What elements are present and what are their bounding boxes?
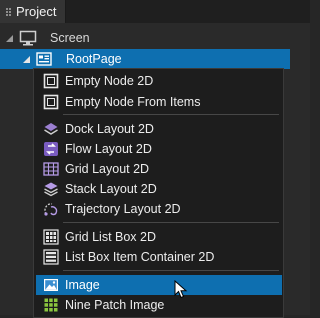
menu-item-label: Trajectory Layout 2D	[65, 202, 181, 216]
menu-item-list-box-item-container-2d[interactable]: List Box Item Container 2D	[36, 247, 282, 267]
menu-item-stack-layout-2d[interactable]: Stack Layout 2D	[36, 179, 282, 199]
tree-node-screen[interactable]: Screen	[0, 28, 310, 48]
menu-item-trajectory-layout-2d[interactable]: Trajectory Layout 2D	[36, 199, 282, 219]
image-icon	[43, 277, 59, 293]
tree-node-screen-label: Screen	[50, 31, 90, 45]
menu-separator	[63, 270, 279, 271]
context-menu: Empty Node 2D Empty Node From Items Dock…	[33, 68, 284, 318]
dock-layout-icon	[43, 121, 59, 137]
page-icon	[36, 52, 52, 69]
chevron-down-icon[interactable]	[3, 32, 15, 44]
menu-item-flow-layout-2d[interactable]: Flow Layout 2D	[36, 139, 282, 159]
menu-item-label: Stack Layout 2D	[65, 182, 157, 196]
menu-item-label: Grid List Box 2D	[65, 230, 157, 244]
tab-project[interactable]: Project	[0, 0, 66, 23]
list-box-item-container-icon	[43, 249, 59, 265]
flow-layout-icon	[43, 141, 59, 157]
monitor-icon	[19, 30, 37, 49]
menu-item-label: Nine Patch Image	[65, 298, 165, 312]
tree-node-rootpage[interactable]: RootPage	[0, 49, 290, 69]
menu-item-dock-layout-2d[interactable]: Dock Layout 2D	[36, 119, 282, 139]
drag-grip-icon[interactable]	[6, 7, 11, 16]
empty-node-icon	[43, 73, 59, 89]
menu-item-label: Empty Node 2D	[65, 74, 154, 88]
stack-layout-icon	[43, 181, 59, 197]
grid-layout-icon	[43, 161, 59, 177]
tab-bar: Project	[0, 0, 310, 23]
menu-item-grid-list-box-2d[interactable]: Grid List Box 2D	[36, 227, 282, 247]
tab-project-label: Project	[16, 4, 57, 19]
menu-item-label: List Box Item Container 2D	[65, 250, 215, 264]
menu-item-grid-layout-2d[interactable]: Grid Layout 2D	[36, 159, 282, 179]
chevron-down-icon[interactable]	[20, 53, 32, 65]
trajectory-layout-icon	[43, 201, 59, 217]
menu-item-empty-node-from-items[interactable]: Empty Node From Items	[36, 92, 282, 112]
menu-separator	[63, 222, 279, 223]
grid-list-box-icon	[43, 229, 59, 245]
menu-item-nine-patch-image[interactable]: Nine Patch Image	[36, 295, 282, 315]
menu-separator	[63, 114, 279, 115]
menu-item-image[interactable]: Image	[36, 275, 282, 295]
empty-node-icon	[43, 94, 59, 110]
menu-item-label: Grid Layout 2D	[65, 162, 150, 176]
menu-item-label: Image	[65, 278, 100, 292]
menu-item-empty-node-2d[interactable]: Empty Node 2D	[36, 71, 282, 91]
menu-item-label: Flow Layout 2D	[65, 142, 152, 156]
menu-item-label: Empty Node From Items	[65, 95, 201, 109]
menu-item-label: Dock Layout 2D	[65, 122, 154, 136]
mouse-cursor-icon	[174, 280, 188, 299]
tree-node-rootpage-label: RootPage	[66, 52, 122, 66]
nine-patch-image-icon	[43, 297, 59, 313]
